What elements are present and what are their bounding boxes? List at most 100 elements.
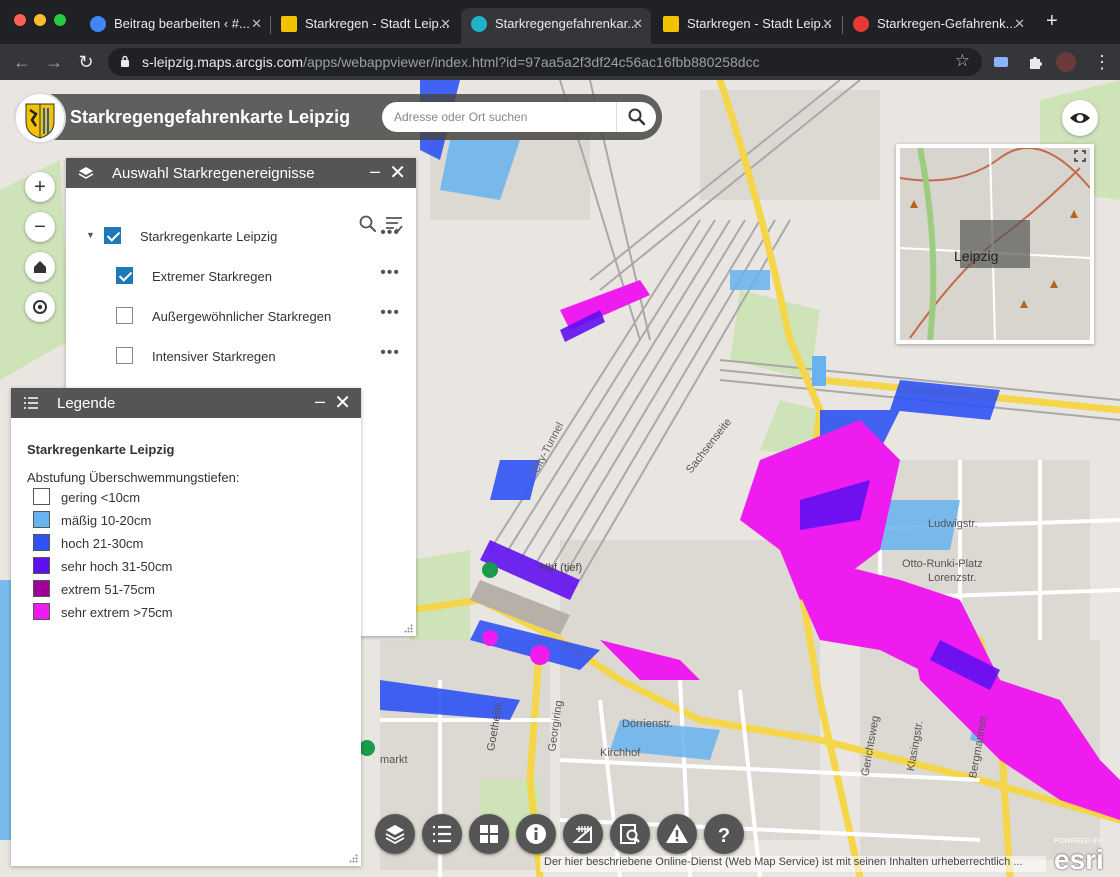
about-button[interactable] [516, 814, 556, 854]
zoom-out-button[interactable]: − [25, 212, 55, 242]
reload-button[interactable]: ↻ [74, 50, 98, 74]
legend-item-label: sehr hoch 31-50cm [61, 559, 173, 574]
locate-button[interactable] [25, 292, 55, 322]
legend-item-label: hoch 21-30cm [61, 536, 144, 551]
home-button[interactable] [25, 252, 55, 282]
leipzig-crest-icon [281, 16, 297, 32]
minimize-button[interactable]: – [370, 161, 380, 182]
legend-layer-title: Starkregenkarte Leipzig [27, 442, 175, 457]
arcgis-icon [471, 16, 487, 32]
basemap-gallery-button[interactable] [469, 814, 509, 854]
plus-icon: + [34, 176, 46, 198]
tab-close-icon[interactable]: ✕ [251, 8, 262, 40]
address-bar[interactable]: s-leipzig.maps.arcgis.com/apps/webappvie… [108, 48, 982, 76]
home-icon [34, 261, 46, 273]
tab-title: Starkregen - Stadt Leip... [687, 16, 832, 31]
legend-item-label: extrem 51-75cm [61, 582, 155, 597]
layer-label: Intensiver Starkregen [152, 349, 276, 364]
back-button[interactable]: ← [10, 50, 34, 74]
browser-tab[interactable]: Beitrag bearbeiten ‹ #... ✕ [80, 8, 270, 44]
search-box [382, 102, 656, 132]
legend-swatch [33, 488, 50, 505]
map-label: Lorenzstr. [928, 572, 977, 584]
search-input[interactable] [394, 106, 614, 128]
layer-checkbox[interactable] [116, 307, 133, 324]
search-button[interactable] [616, 102, 656, 132]
layer-checkbox[interactable] [116, 347, 133, 364]
close-button[interactable]: ✕ [389, 160, 406, 185]
layer-list-widget-button[interactable] [375, 814, 415, 854]
bookmark-star-icon[interactable]: ☆ [955, 51, 970, 71]
layer-checkbox[interactable] [116, 267, 133, 284]
warning-button[interactable] [657, 814, 697, 854]
tab-close-icon[interactable]: ✕ [1014, 8, 1025, 40]
resize-grip-icon[interactable] [349, 854, 358, 863]
legend-item-label: gering <10cm [61, 490, 141, 505]
layer-group-checkbox[interactable] [104, 227, 121, 244]
legend-widget-button[interactable] [422, 814, 462, 854]
forward-button[interactable]: → [42, 50, 66, 74]
window-minimize-button[interactable] [34, 14, 46, 26]
extension-icon[interactable] [992, 53, 1010, 71]
panel-header: Auswahl Starkregenereignisse – ✕ [66, 158, 416, 188]
layer-row[interactable]: Intensiver Starkregen ••• [66, 344, 416, 368]
leipzig-crest-icon [663, 16, 679, 32]
warning-icon [666, 824, 688, 843]
tab-close-icon[interactable]: ✕ [822, 8, 833, 40]
browser-tab[interactable]: Starkregen - Stadt Leip... ✕ [271, 8, 459, 44]
new-tab-button[interactable]: + [1046, 10, 1058, 33]
window-zoom-button[interactable] [54, 14, 66, 26]
profile-avatar[interactable] [1056, 52, 1076, 72]
legend-swatch [33, 534, 50, 551]
legend-swatch [33, 603, 50, 620]
svg-text:?: ? [718, 825, 730, 846]
browser-tab-active[interactable]: Starkregengefahrenkar... ✕ [461, 8, 651, 44]
resize-grip-icon[interactable] [404, 624, 413, 633]
more-options-icon[interactable]: ••• [380, 224, 400, 242]
browser-tab-bar: Beitrag bearbeiten ‹ #... ✕ Starkregen -… [0, 0, 1120, 44]
print-button[interactable] [563, 814, 603, 854]
browser-menu-icon[interactable]: ⋮ [1090, 50, 1114, 74]
query-button[interactable] [610, 814, 650, 854]
url-text: s-leipzig.maps.arcgis.com/apps/webappvie… [142, 54, 760, 70]
expand-icon[interactable] [1074, 150, 1086, 162]
browser-tab[interactable]: Starkregen-Gefahrenk... ✕ [843, 8, 1033, 44]
leipzig-crest-icon [25, 103, 55, 139]
more-options-icon[interactable]: ••• [380, 304, 400, 322]
tab-close-icon[interactable]: ✕ [440, 8, 451, 40]
browser-tab[interactable]: Starkregen - Stadt Leip... ✕ [653, 8, 841, 44]
legend-list-icon [433, 825, 451, 843]
search-icon [628, 108, 646, 126]
visibility-toggle-button[interactable] [1062, 100, 1098, 136]
panel-title: Legende [57, 395, 116, 412]
legend-item-label: mäßig 10-20cm [61, 513, 152, 528]
esri-logo[interactable]: POWERED BY esri [1052, 838, 1114, 875]
zoom-in-button[interactable]: + [25, 172, 55, 202]
legend-panel: Legende – ✕ Starkregenkarte Leipzig Abst… [11, 388, 361, 866]
collapse-arrow-icon[interactable]: ▼ [86, 230, 95, 240]
more-options-icon[interactable]: ••• [380, 264, 400, 282]
minimize-button[interactable]: – [315, 391, 325, 412]
info-icon [526, 824, 546, 844]
close-button[interactable]: ✕ [334, 390, 351, 415]
puzzle-icon[interactable] [1026, 53, 1044, 71]
map-attribution: Der hier beschriebene Online-Dienst (Web… [540, 856, 1046, 872]
eye-icon [1070, 113, 1090, 123]
more-options-icon[interactable]: ••• [380, 344, 400, 362]
overview-map[interactable]: Leipzig [896, 144, 1094, 344]
layer-group-row[interactable]: ▼ Starkregenkarte Leipzig ••• [66, 224, 416, 248]
map-label: Dörrienstr. [622, 718, 673, 730]
overview-map-canvas [900, 148, 1090, 340]
lock-icon [121, 55, 129, 67]
layer-row[interactable]: Extremer Starkregen ••• [66, 264, 416, 288]
help-button[interactable]: ? [704, 814, 744, 854]
overview-map-label: Leipzig [954, 248, 999, 264]
measure-grid-icon [572, 825, 592, 843]
legend-swatch [33, 580, 50, 597]
tab-close-icon[interactable]: ✕ [632, 8, 643, 40]
layer-row[interactable]: Außergewöhnlicher Starkregen ••• [66, 304, 416, 328]
legend-swatch [33, 557, 50, 574]
browser-toolbar: ← → ↻ s-leipzig.maps.arcgis.com/apps/web… [0, 44, 1120, 80]
window-close-button[interactable] [14, 14, 26, 26]
panel-header: Legende – ✕ [11, 388, 361, 418]
